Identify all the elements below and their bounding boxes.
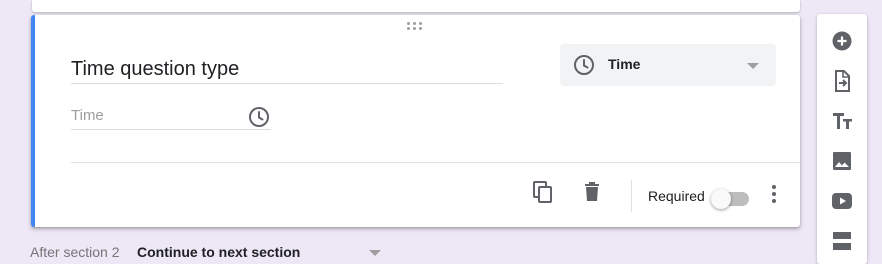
add-video-icon[interactable] [830,189,854,213]
add-title-icon[interactable] [830,109,854,133]
clock-icon [572,53,596,82]
active-card-indicator [31,15,35,227]
dropdown-arrow-icon [369,250,381,256]
duplicate-icon[interactable] [531,180,555,209]
question-card[interactable]: Time question type Time Time Required [31,15,800,227]
add-question-icon[interactable] [830,29,854,53]
required-toggle[interactable] [711,185,751,209]
after-section-label: After section 2 [30,244,120,260]
previous-card [32,0,800,12]
clock-icon [247,105,271,134]
time-answer-preview: Time [71,105,271,130]
footer-divider [71,162,800,163]
import-questions-icon[interactable] [830,69,854,93]
footer-separator [631,180,632,212]
toggle-thumb [711,189,731,209]
required-label: Required [648,188,705,204]
dropdown-arrow-icon [747,63,759,69]
question-type-dropdown[interactable]: Time [560,44,776,86]
drag-handle-icon[interactable] [407,22,425,32]
time-placeholder: Time [71,107,104,124]
delete-icon[interactable] [580,180,604,209]
floating-toolbar [817,14,867,264]
question-title-input[interactable]: Time question type [71,57,503,84]
section-navigation-select[interactable]: Continue to next section [137,244,300,260]
question-type-label: Time [608,56,641,72]
more-vert-icon[interactable] [764,182,784,211]
add-image-icon[interactable] [830,149,854,173]
add-section-icon[interactable] [830,229,854,253]
